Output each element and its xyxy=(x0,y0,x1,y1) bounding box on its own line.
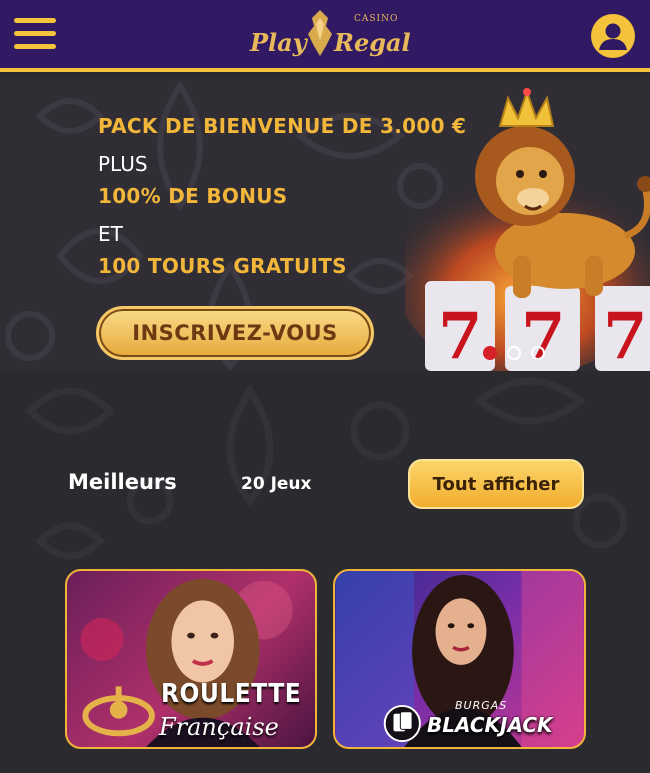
site-logo[interactable]: Play CASINO Regal xyxy=(248,6,411,62)
game-card-blackjack[interactable]: BURGAS BLACKJACK xyxy=(333,569,586,749)
show-all-button[interactable]: Tout afficher xyxy=(408,459,584,509)
svg-text:7: 7 xyxy=(603,299,648,371)
game-card-roulette[interactable]: ROULETTE Française xyxy=(65,569,317,749)
hero-free-spins-text: 100 TOURS GRATUITS xyxy=(98,254,347,278)
games-count: 20 Jeux xyxy=(241,474,312,494)
carousel-dot-3[interactable] xyxy=(531,346,545,360)
signup-button[interactable]: INSCRIVEZ-VOUS xyxy=(96,306,374,360)
top-header: Play CASINO Regal xyxy=(0,0,650,72)
logo-text-play: Play xyxy=(250,28,307,57)
hamburger-icon-bar xyxy=(14,44,56,49)
logo-text-casino: CASINO xyxy=(354,14,399,24)
hero-bonus-text: 100% DE BONUS xyxy=(98,184,288,208)
game-title: BLACKJACK xyxy=(427,713,553,737)
carousel-dot-1[interactable] xyxy=(483,346,497,360)
hamburger-menu-button[interactable] xyxy=(14,16,56,52)
game-title-line1: ROULETTE xyxy=(161,679,302,709)
logo-text-regal: Regal xyxy=(334,28,411,57)
section-title: Meilleurs xyxy=(68,470,177,494)
svg-text:7: 7 xyxy=(521,299,566,371)
hero-text-plus: PLUS xyxy=(98,152,148,176)
hero-text-and: ET xyxy=(98,222,123,246)
promo-banner: PACK DE BIENVENUE DE 3.000 € PLUS 100% D… xyxy=(0,76,650,371)
user-icon xyxy=(599,23,627,50)
hamburger-icon-bar xyxy=(14,31,56,36)
game-title-line2: Française xyxy=(159,713,279,741)
carousel-indicators xyxy=(483,346,545,360)
user-account-button[interactable] xyxy=(591,14,635,58)
hamburger-icon-bar xyxy=(14,18,56,23)
svg-text:7: 7 xyxy=(438,299,483,371)
game-brand: BURGAS xyxy=(455,699,508,712)
carousel-dot-2[interactable] xyxy=(507,346,521,360)
lion-slot-machine-illustration: 7 7 7 xyxy=(405,88,650,371)
